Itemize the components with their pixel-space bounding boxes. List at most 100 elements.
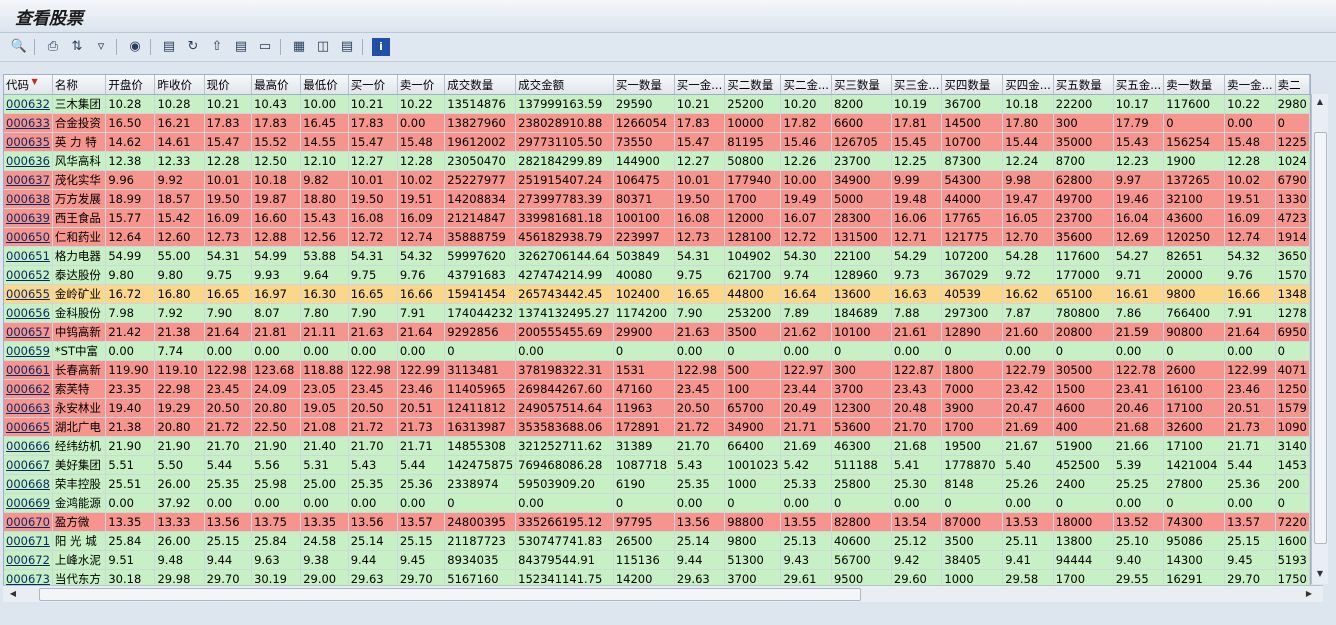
rows-icon[interactable]: ▤ [338, 38, 356, 56]
column-header[interactable]: 买二金... [780, 75, 832, 95]
column-header[interactable]: 买四数量 [941, 75, 1004, 95]
layout-icon[interactable]: ▤ [232, 38, 250, 56]
stock-code-link[interactable]: 000667 [4, 455, 53, 475]
table-row[interactable]: 000638 万方发展 18.99 18.57 19.50 19.87 18.80 19.50… [4, 189, 1310, 209]
table-row[interactable]: 000667 美好集团 5.51 5.50 5.44 5.56 5.31 5.43 5.44 14… [4, 455, 1310, 475]
table-row[interactable]: 000635 英 力 特 14.62 14.61 15.47 15.52 14.55 15.4… [4, 132, 1310, 152]
column-header[interactable]: 卖一数量 [1163, 75, 1226, 95]
stock-code-link[interactable]: 000663 [4, 398, 53, 418]
column-header[interactable]: 买一金... [674, 75, 726, 95]
stock-code-link[interactable]: 000652 [4, 265, 53, 285]
table-cell: 54.30 [780, 246, 832, 266]
info-icon[interactable]: i [372, 38, 390, 56]
column-header[interactable]: 名称 [52, 75, 107, 95]
table-row[interactable]: 000639 西王食品 15.77 15.42 16.09 16.60 15.43 16.08… [4, 208, 1310, 228]
table-row[interactable]: 000657 中钨高新 21.42 21.38 21.64 21.81 21.11 21.63… [4, 322, 1310, 342]
stock-code-link[interactable]: 000661 [4, 360, 53, 380]
stock-code-link[interactable]: 000638 [4, 189, 53, 209]
filter-icon[interactable]: ▿ [92, 38, 110, 56]
horizontal-scroll-thumb[interactable] [39, 588, 861, 601]
table-row[interactable]: 000659 *ST中富 0.00 7.74 0.00 0.00 0.00 0.00 0.00 0… [4, 341, 1310, 361]
sort-icon[interactable]: ⇅ [68, 38, 86, 56]
refresh-icon[interactable]: ↻ [184, 38, 202, 56]
stock-code-link[interactable]: 000657 [4, 322, 53, 342]
table-row[interactable]: 000668 荣丰控股 25.51 26.00 25.35 25.98 25.00 25.35… [4, 474, 1310, 494]
table-cell: 9.41 [1002, 550, 1054, 570]
table-row[interactable]: 000636 风华高科 12.38 12.33 12.28 12.50 12.10 12.27… [4, 151, 1310, 171]
scroll-right-icon[interactable]: ▶ [1303, 588, 1315, 600]
stock-code-link[interactable]: 000633 [4, 113, 53, 133]
stock-code-link[interactable]: 000671 [4, 531, 53, 551]
stock-code-link[interactable]: 000635 [4, 132, 53, 152]
horizontal-scrollbar[interactable]: ◀ ▶ [3, 585, 1323, 602]
stock-code-link[interactable]: 000655 [4, 284, 53, 304]
column-header[interactable]: 买五金... [1113, 75, 1165, 95]
scroll-down-icon[interactable]: ▼ [1314, 568, 1326, 580]
stock-code-link[interactable]: 000650 [4, 227, 53, 247]
upload-icon[interactable]: ⇧ [208, 38, 226, 56]
columns-icon[interactable]: ◫ [314, 38, 332, 56]
table-row[interactable]: 000662 索芙特 23.35 22.98 23.45 24.09 23.05 23.45 2… [4, 379, 1310, 399]
stock-code-link[interactable]: 000673 [4, 569, 53, 585]
column-header[interactable]: 成交金额 [515, 75, 614, 95]
column-header[interactable]: 卖二 [1275, 75, 1310, 95]
stock-code-link[interactable]: 000632 [4, 94, 53, 114]
stock-code-link[interactable]: 000651 [4, 246, 53, 266]
grid-icon[interactable]: ▦ [290, 38, 308, 56]
column-header[interactable]: 买一数量 [613, 75, 675, 95]
column-header[interactable]: 成交数量 [444, 75, 517, 95]
table-row[interactable]: 000652 泰达股份 9.80 9.80 9.75 9.93 9.64 9.75 9.76 43… [4, 265, 1310, 285]
table-row[interactable]: 000666 经纬纺机 21.90 21.90 21.70 21.90 21.40 21.70… [4, 436, 1310, 456]
table-row[interactable]: 000656 金科股份 7.98 7.92 7.90 8.07 7.80 7.90 7.91 17… [4, 303, 1310, 323]
stock-code-link[interactable]: 000666 [4, 436, 53, 456]
column-header[interactable]: 买五数量 [1053, 75, 1114, 95]
export-icon[interactable]: ▤ [160, 38, 178, 56]
scroll-up-icon[interactable]: ▲ [1314, 96, 1326, 108]
zoom-icon[interactable]: 🔍 [10, 38, 28, 56]
print-icon[interactable]: ⎙ [44, 38, 62, 56]
stock-code-link[interactable]: 000670 [4, 512, 53, 532]
table-row[interactable]: 000655 金岭矿业 16.72 16.80 16.65 16.97 16.30 16.65… [4, 284, 1310, 304]
stock-code-link[interactable]: 000668 [4, 474, 53, 494]
column-header[interactable]: 昨收价 [154, 75, 205, 95]
column-header[interactable]: 开盘价 [105, 75, 156, 95]
table-row[interactable]: 000651 格力电器 54.99 55.00 54.31 54.99 53.88 54.31… [4, 246, 1310, 266]
stock-code-link[interactable]: 000662 [4, 379, 53, 399]
table-row[interactable]: 000665 湖北广电 21.38 20.80 21.72 22.50 21.08 21.72… [4, 417, 1310, 437]
column-header[interactable]: 卖一价 [397, 75, 446, 95]
stock-code-link[interactable]: 000639 [4, 208, 53, 228]
stock-code-link[interactable]: 000669 [4, 493, 53, 513]
stock-code-link[interactable]: 000656 [4, 303, 53, 323]
column-header[interactable]: 买二数量 [724, 75, 782, 95]
stock-code-link[interactable]: 000665 [4, 417, 53, 437]
column-header[interactable]: 卖一金... [1224, 75, 1276, 95]
table-row[interactable]: 000633 合金投资 16.50 16.21 17.83 17.83 16.45 17.83… [4, 113, 1310, 133]
find-icon[interactable]: ◉ [126, 38, 144, 56]
vertical-scroll-thumb[interactable] [1314, 132, 1327, 544]
chart-icon[interactable]: ▭ [256, 38, 274, 56]
column-header[interactable]: 买三金... [891, 75, 943, 95]
table-row[interactable]: 000673 当代东方 30.18 29.98 29.70 30.19 29.00 29.63… [4, 569, 1310, 585]
column-header[interactable]: 最高价 [251, 75, 302, 95]
table-row[interactable]: 000669 金鸿能源 0.00 37.92 0.00 0.00 0.00 0.00 0.00 0… [4, 493, 1310, 513]
column-header[interactable]: 最低价 [300, 75, 349, 95]
scroll-left-icon[interactable]: ◀ [7, 588, 19, 600]
table-row[interactable]: 000632 三木集团 10.28 10.28 10.21 10.43 10.00 10.21… [4, 94, 1310, 114]
stock-code-link[interactable]: 000659 [4, 341, 53, 361]
column-header[interactable]: 买一价 [348, 75, 398, 95]
table-row[interactable]: 000670 盈方微 13.35 13.33 13.56 13.75 13.35 13.56 1… [4, 512, 1310, 532]
stock-code-link[interactable]: 000636 [4, 151, 53, 171]
vertical-scrollbar[interactable]: ▲ ▼ [1311, 94, 1328, 584]
stock-code-link[interactable]: 000672 [4, 550, 53, 570]
column-header[interactable]: 买三数量 [831, 75, 892, 95]
column-header[interactable]: 现价 [204, 75, 253, 95]
table-row[interactable]: 000661 长春高新 119.90 119.10 122.98 123.68 118.88… [4, 360, 1310, 380]
column-header[interactable]: 代码 ▼ [4, 75, 53, 95]
table-row[interactable]: 000672 上峰水泥 9.51 9.48 9.44 9.63 9.38 9.44 9.45 89… [4, 550, 1310, 570]
table-row[interactable]: 000637 茂化实华 9.96 9.92 10.01 10.18 9.82 10.01 10.… [4, 170, 1310, 190]
table-row[interactable]: 000671 阳 光 城 25.84 26.00 25.15 25.84 24.58 25.1… [4, 531, 1310, 551]
table-row[interactable]: 000650 仁和药业 12.64 12.60 12.73 12.88 12.56 12.72… [4, 227, 1310, 247]
stock-code-link[interactable]: 000637 [4, 170, 53, 190]
table-row[interactable]: 000663 永安林业 19.40 19.29 20.50 20.80 19.05 20.50… [4, 398, 1310, 418]
column-header[interactable]: 买四金... [1002, 75, 1054, 95]
